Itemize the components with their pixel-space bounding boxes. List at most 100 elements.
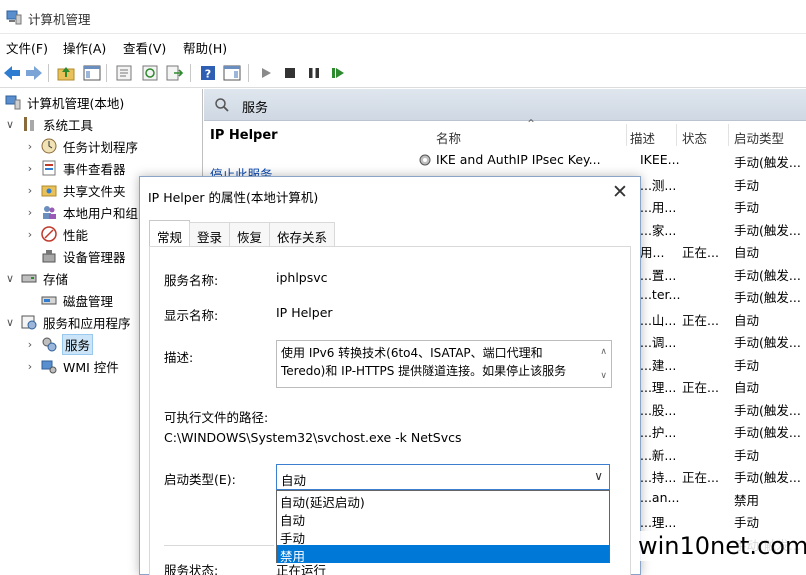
scroll-up-icon[interactable]: ∧ [600,343,607,361]
service-startup-cell: 手动(触发... [734,222,801,238]
selected-service-title: IP Helper [210,128,278,143]
show-action-pane-icon[interactable] [222,63,242,83]
option-automatic-delayed[interactable]: 自动(延迟启动) [277,491,609,510]
tab-dependencies[interactable]: 依存关系 [269,222,336,246]
service-status-value: 正在运行 [276,563,327,575]
scroll-down-icon[interactable]: ∨ [600,367,607,385]
tree-item-local-users-groups[interactable]: › 本地用户和组 [24,201,138,223]
tree-item-label: WMI 控件 [63,359,119,375]
tree-item-system-tools[interactable]: ∨ 系统工具 [4,113,93,135]
executable-path-label: 可执行文件的路径: [164,410,269,425]
column-startup-type[interactable]: 启动类型 [734,128,784,147]
menu-help[interactable]: 帮助(H) [183,38,227,57]
tree-item-label: 性能 [63,227,89,243]
service-startup-cell: 手动(触发... [734,155,801,170]
tree-item-disk-management[interactable]: 磁盘管理 [24,289,113,311]
up-folder-icon[interactable] [56,63,76,83]
help-icon[interactable]: ? [198,63,218,83]
panel-title: 服务 [242,101,269,116]
tab-logon[interactable]: 登录 [189,222,231,246]
chevron-right-icon[interactable]: › [24,338,36,351]
start-service-icon[interactable] [256,63,276,83]
tab-general[interactable]: 常规 [149,220,191,246]
tree-item-services-applications[interactable]: ∨ 服务和应用程序 [4,311,131,333]
chevron-right-icon[interactable]: › [24,228,36,241]
executable-path-value: C:\WINDOWS\System32\svchost.exe -k NetSv… [164,430,462,445]
chevron-right-icon[interactable]: › [24,360,36,373]
tree-item-performance[interactable]: › 性能 [24,223,88,245]
pause-service-icon[interactable] [304,63,324,83]
tree-item-event-viewer[interactable]: › 事件查看器 [24,157,126,179]
service-description-cell: 用... [640,245,665,260]
service-startup-cell: 手动 [734,200,760,215]
service-startup-cell: 手动 [734,515,760,530]
tree-item-wmi-control[interactable]: › WMI 控件 [24,355,119,377]
export-list-icon[interactable] [164,63,184,83]
column-name[interactable]: 名称 [436,128,461,147]
forward-arrow-icon[interactable] [24,63,44,83]
tree-item-storage[interactable]: ∨ 存储 [4,267,68,289]
menu-action[interactable]: 操作(A) [63,38,106,57]
chevron-down-icon[interactable]: ∨ [4,316,16,329]
table-row[interactable]: IKE and AuthIP IPsec Key... IKEE... 手动(触发.… [419,149,806,172]
tree-item-label: 事件查看器 [63,161,126,177]
service-status-cell: 正在... [682,470,719,485]
menu-view[interactable]: 查看(V) [123,38,166,57]
restart-service-icon[interactable] [328,63,348,83]
service-description-cell: ...调... [640,335,677,350]
description-textbox[interactable]: 使用 IPv6 转换技术(6to4、ISATAP、端口代理和 Teredo)和 … [276,340,612,388]
title-bar: 计算机管理 [0,0,806,34]
service-description-cell: ...an... [640,489,680,505]
tree-item-label: 共享文件夹 [63,183,126,199]
chevron-down-icon[interactable]: ∨ [594,469,603,483]
option-disabled[interactable]: 禁用 [277,545,609,564]
service-startup-cell: 禁用 [734,492,760,508]
service-description-cell: ...理... [640,380,677,395]
chevron-down-icon[interactable]: ∨ [4,272,16,285]
tree-item-computer-management[interactable]: 计算机管理(本地) [4,91,124,113]
chevron-right-icon[interactable]: › [24,140,36,153]
tree-item-shared-folders[interactable]: › 共享文件夹 [24,179,126,201]
tree-item-label: 服务和应用程序 [43,315,131,331]
chevron-right-icon[interactable]: › [24,206,36,219]
column-description[interactable]: 描述 [630,128,655,147]
shared-folder-icon [40,182,57,199]
tree-item-device-manager[interactable]: 设备管理器 [24,245,126,267]
service-description-cell: ...建... [640,357,677,373]
watermark: win10net.com [636,531,806,561]
chevron-right-icon[interactable]: › [24,162,36,175]
sort-ascending-icon: ⌃ [526,117,537,131]
tree-item-label: 系统工具 [43,117,94,133]
stop-service-icon[interactable] [280,63,300,83]
device-manager-icon [40,248,57,265]
chevron-down-icon[interactable]: ∨ [4,118,16,131]
service-status-cell: 正在... [682,312,719,328]
tab-recovery[interactable]: 恢复 [229,222,271,246]
console-tree-icon[interactable] [82,63,102,83]
services-icon [40,336,57,353]
service-description-cell: ...山... [640,312,677,328]
service-startup-cell: 手动 [734,177,760,193]
service-description-cell: ...用... [640,200,677,215]
menu-file[interactable]: 文件(F) [6,38,48,57]
startup-type-select[interactable]: 自动 ∨ [276,464,610,490]
option-manual[interactable]: 手动 [277,527,609,546]
close-icon[interactable]: ✕ [610,181,630,203]
tree-item-services[interactable]: › 服务 [24,333,94,355]
description-text: 使用 IPv6 转换技术(6to4、ISATAP、端口代理和 Teredo)和 … [281,346,567,378]
properties-icon[interactable] [114,63,134,83]
refresh-icon[interactable] [140,63,160,83]
tree-item-task-scheduler[interactable]: › 任务计划程序 [24,135,138,157]
computer-management-icon [6,10,22,25]
service-name-cell: IKE and AuthIP IPsec Key... [436,152,601,167]
service-description-cell: IKEE... [640,152,680,167]
tree-item-label: 任务计划程序 [63,139,139,155]
column-status[interactable]: 状态 [682,128,707,147]
back-arrow-icon[interactable] [2,63,22,83]
service-startup-cell: 自动 [734,380,760,395]
service-startup-cell: 手动(触发... [734,470,801,485]
tools-icon [20,116,37,133]
option-automatic[interactable]: 自动 [277,509,609,528]
chevron-right-icon[interactable]: › [24,184,36,197]
tree-item-label: 存储 [43,271,69,287]
